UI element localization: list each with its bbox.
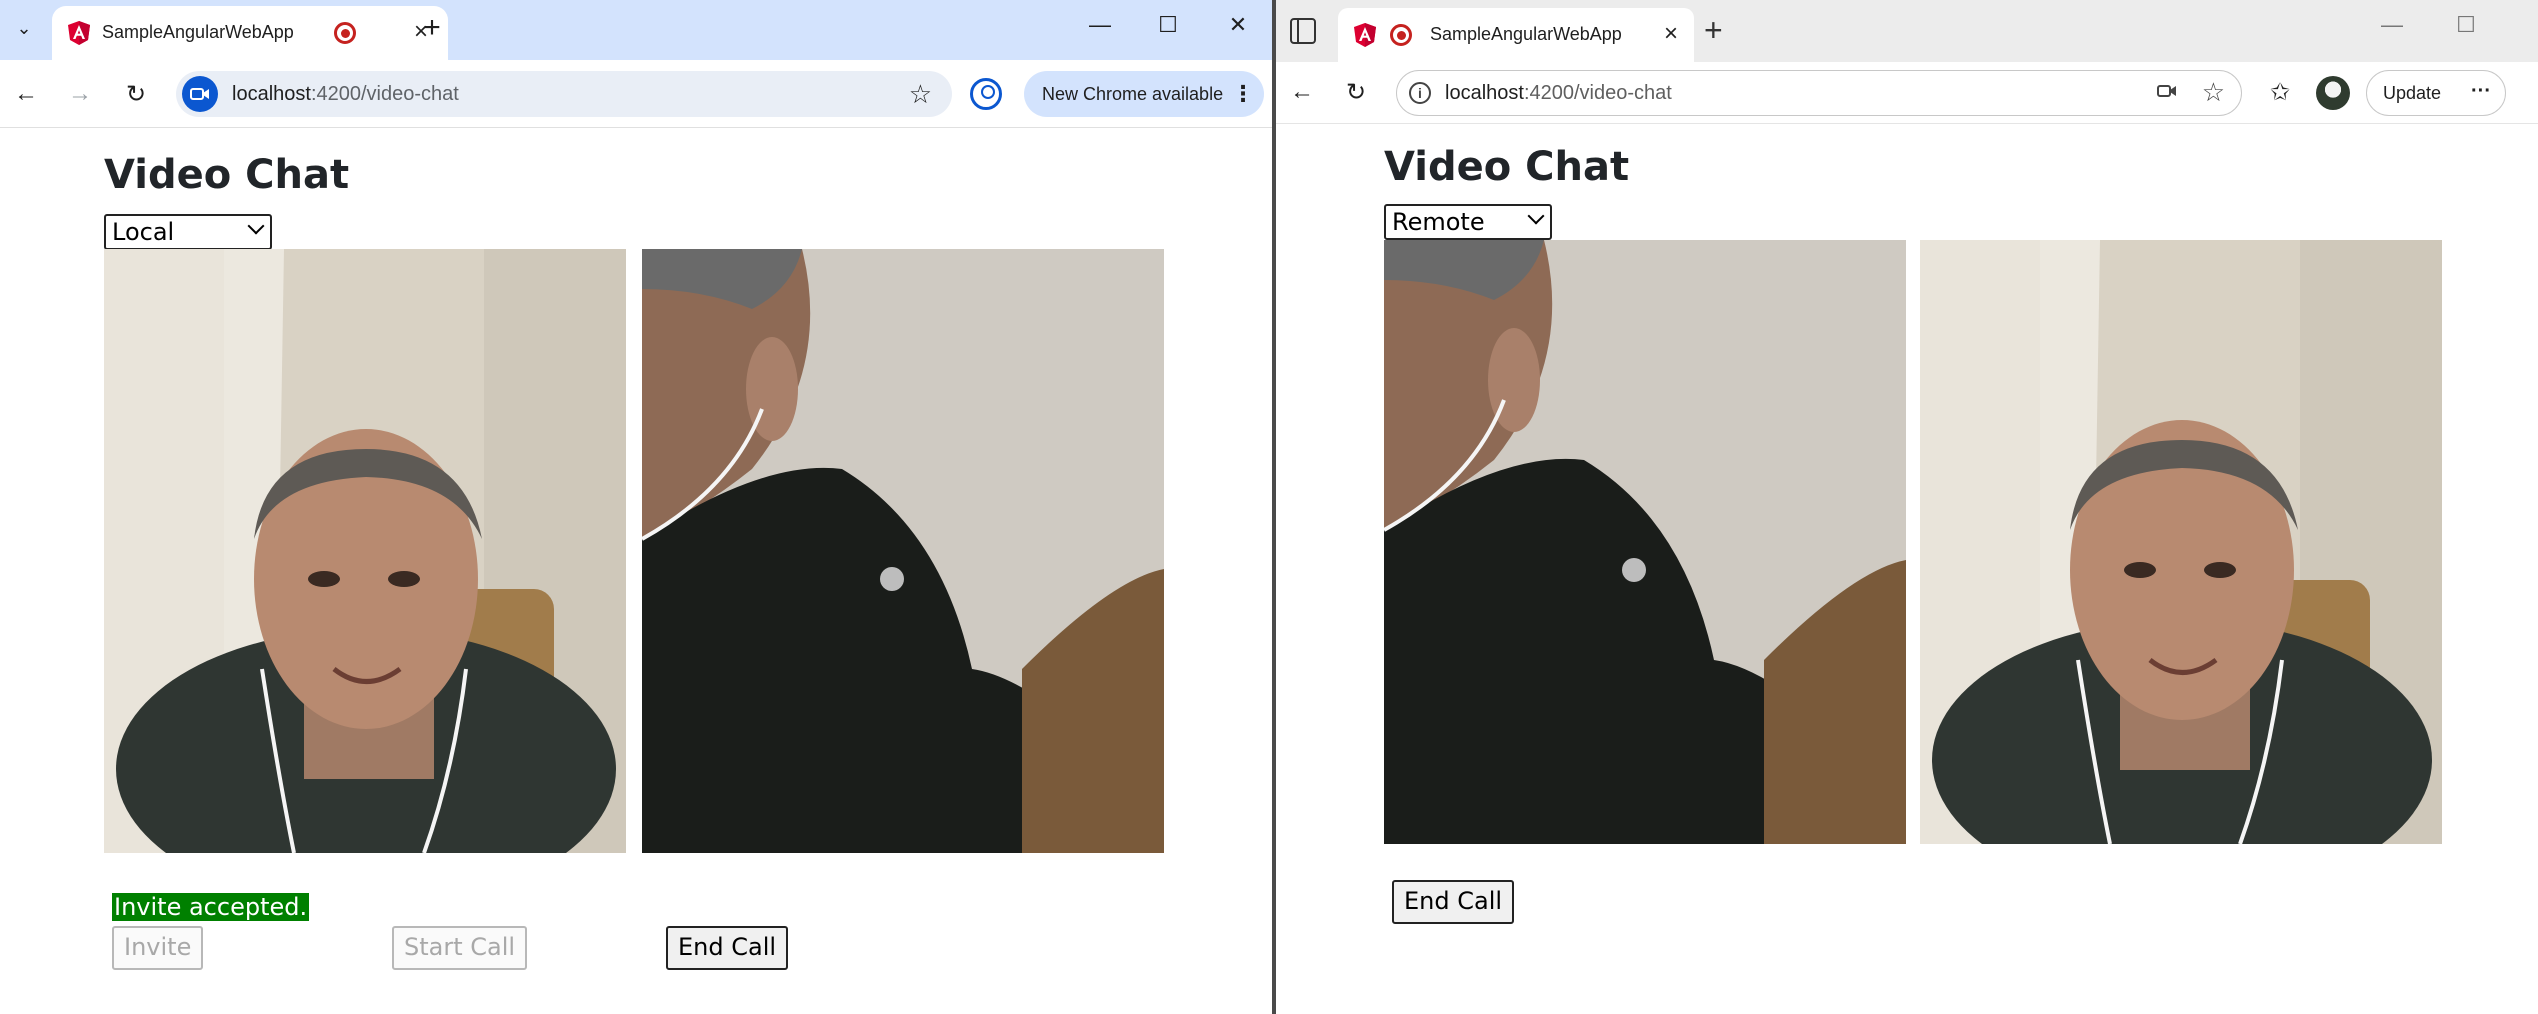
update-label: New Chrome available [1042,84,1224,104]
address-bar[interactable]: localhost:4200/video-chat ☆ [176,71,952,117]
edge-window: SampleAngularWebApp × + — ☐ ← ↻ i localh… [1276,0,2538,1014]
star-icon[interactable]: ☆ [909,79,932,110]
favorites-icon[interactable]: ✩ [2260,72,2300,112]
forward-icon[interactable]: → [60,74,100,114]
mode-select-value: Local [112,218,175,246]
tab-strip: SampleAngularWebApp × + — ☐ [1276,0,2538,62]
info-icon[interactable]: i [1409,82,1431,104]
browser-tab[interactable]: SampleAngularWebApp × [52,6,448,60]
url-text: localhost:4200/video-chat [1445,82,1672,104]
new-tab-button[interactable]: + [412,10,452,46]
chevron-down-icon [247,217,265,235]
profile-icon[interactable] [970,78,1002,110]
minimize-icon[interactable]: — [2372,12,2412,38]
local-video [104,249,626,853]
video-frame-face [104,249,626,853]
more-menu-icon[interactable]: ··· [2471,69,2491,113]
minimize-icon[interactable]: — [1080,12,1120,38]
camera-in-use-icon[interactable] [182,76,218,112]
local-video [1384,240,1906,844]
new-tab-button[interactable]: + [1704,12,1723,49]
update-label: Update [2383,83,2442,103]
maximize-icon[interactable]: ☐ [2446,12,2486,38]
close-icon[interactable]: ✕ [1218,12,1258,38]
camera-icon[interactable] [2157,83,2177,104]
address-bar[interactable]: i localhost:4200/video-chat ☆ [1396,70,2242,116]
close-tab-icon[interactable]: × [1664,20,1678,48]
page-title: Video Chat [104,152,350,198]
angular-logo-icon [1354,23,1376,47]
remote-video [642,249,1164,853]
status-message: Invite accepted. [112,893,310,921]
mode-select-value: Remote [1392,208,1485,236]
video-frame-face [1920,240,2442,844]
chevron-down-icon: ⌄ [16,17,32,38]
recording-icon [334,22,356,44]
end-call-button[interactable]: End Call [666,926,789,970]
update-chrome-button[interactable]: New Chrome available ⋮ [1024,71,1264,117]
toolbar: ← ↻ i localhost:4200/video-chat ☆ ✩ Upda… [1276,62,2538,124]
end-call-button[interactable]: End Call [1392,880,1515,924]
star-icon[interactable]: ☆ [2202,77,2225,108]
chevron-down-icon [1527,207,1545,225]
url-text: localhost:4200/video-chat [232,83,459,105]
mode-select[interactable]: Remote [1384,204,1552,240]
maximize-icon[interactable]: ☐ [1148,12,1188,38]
tab-title: SampleAngularWebApp [102,22,294,42]
back-icon[interactable]: ← [6,74,46,114]
recording-icon [1390,24,1412,46]
tab-actions-icon[interactable] [1290,18,1316,44]
update-button[interactable]: Update ··· [2366,70,2506,116]
page-title: Video Chat [1384,144,1630,190]
chrome-window: ⌄ SampleAngularWebApp × + — ☐ ✕ ← → ↻ lo… [0,0,1272,1014]
tab-title: SampleAngularWebApp [1430,24,1622,44]
remote-video [1920,240,2442,844]
tab-search-button[interactable]: ⌄ [8,10,40,46]
mode-select[interactable]: Local [104,214,272,250]
back-icon[interactable]: ← [1282,72,1322,112]
reload-icon[interactable]: ↻ [1336,72,1376,112]
toolbar: ← → ↻ localhost:4200/video-chat ☆ New Ch… [0,60,1272,128]
video-frame-side [1384,240,1906,844]
browser-tab[interactable]: SampleAngularWebApp × [1338,8,1694,62]
start-call-button[interactable]: Start Call [392,926,528,970]
invite-button[interactable]: Invite [112,926,204,970]
more-menu-icon[interactable]: ⋮ [1232,71,1254,117]
angular-logo-icon [68,21,90,45]
video-frame-side [642,249,1164,853]
tab-strip: ⌄ SampleAngularWebApp × + — ☐ ✕ [0,0,1272,60]
reload-icon[interactable]: ↻ [116,74,156,114]
avatar[interactable] [2316,76,2350,110]
